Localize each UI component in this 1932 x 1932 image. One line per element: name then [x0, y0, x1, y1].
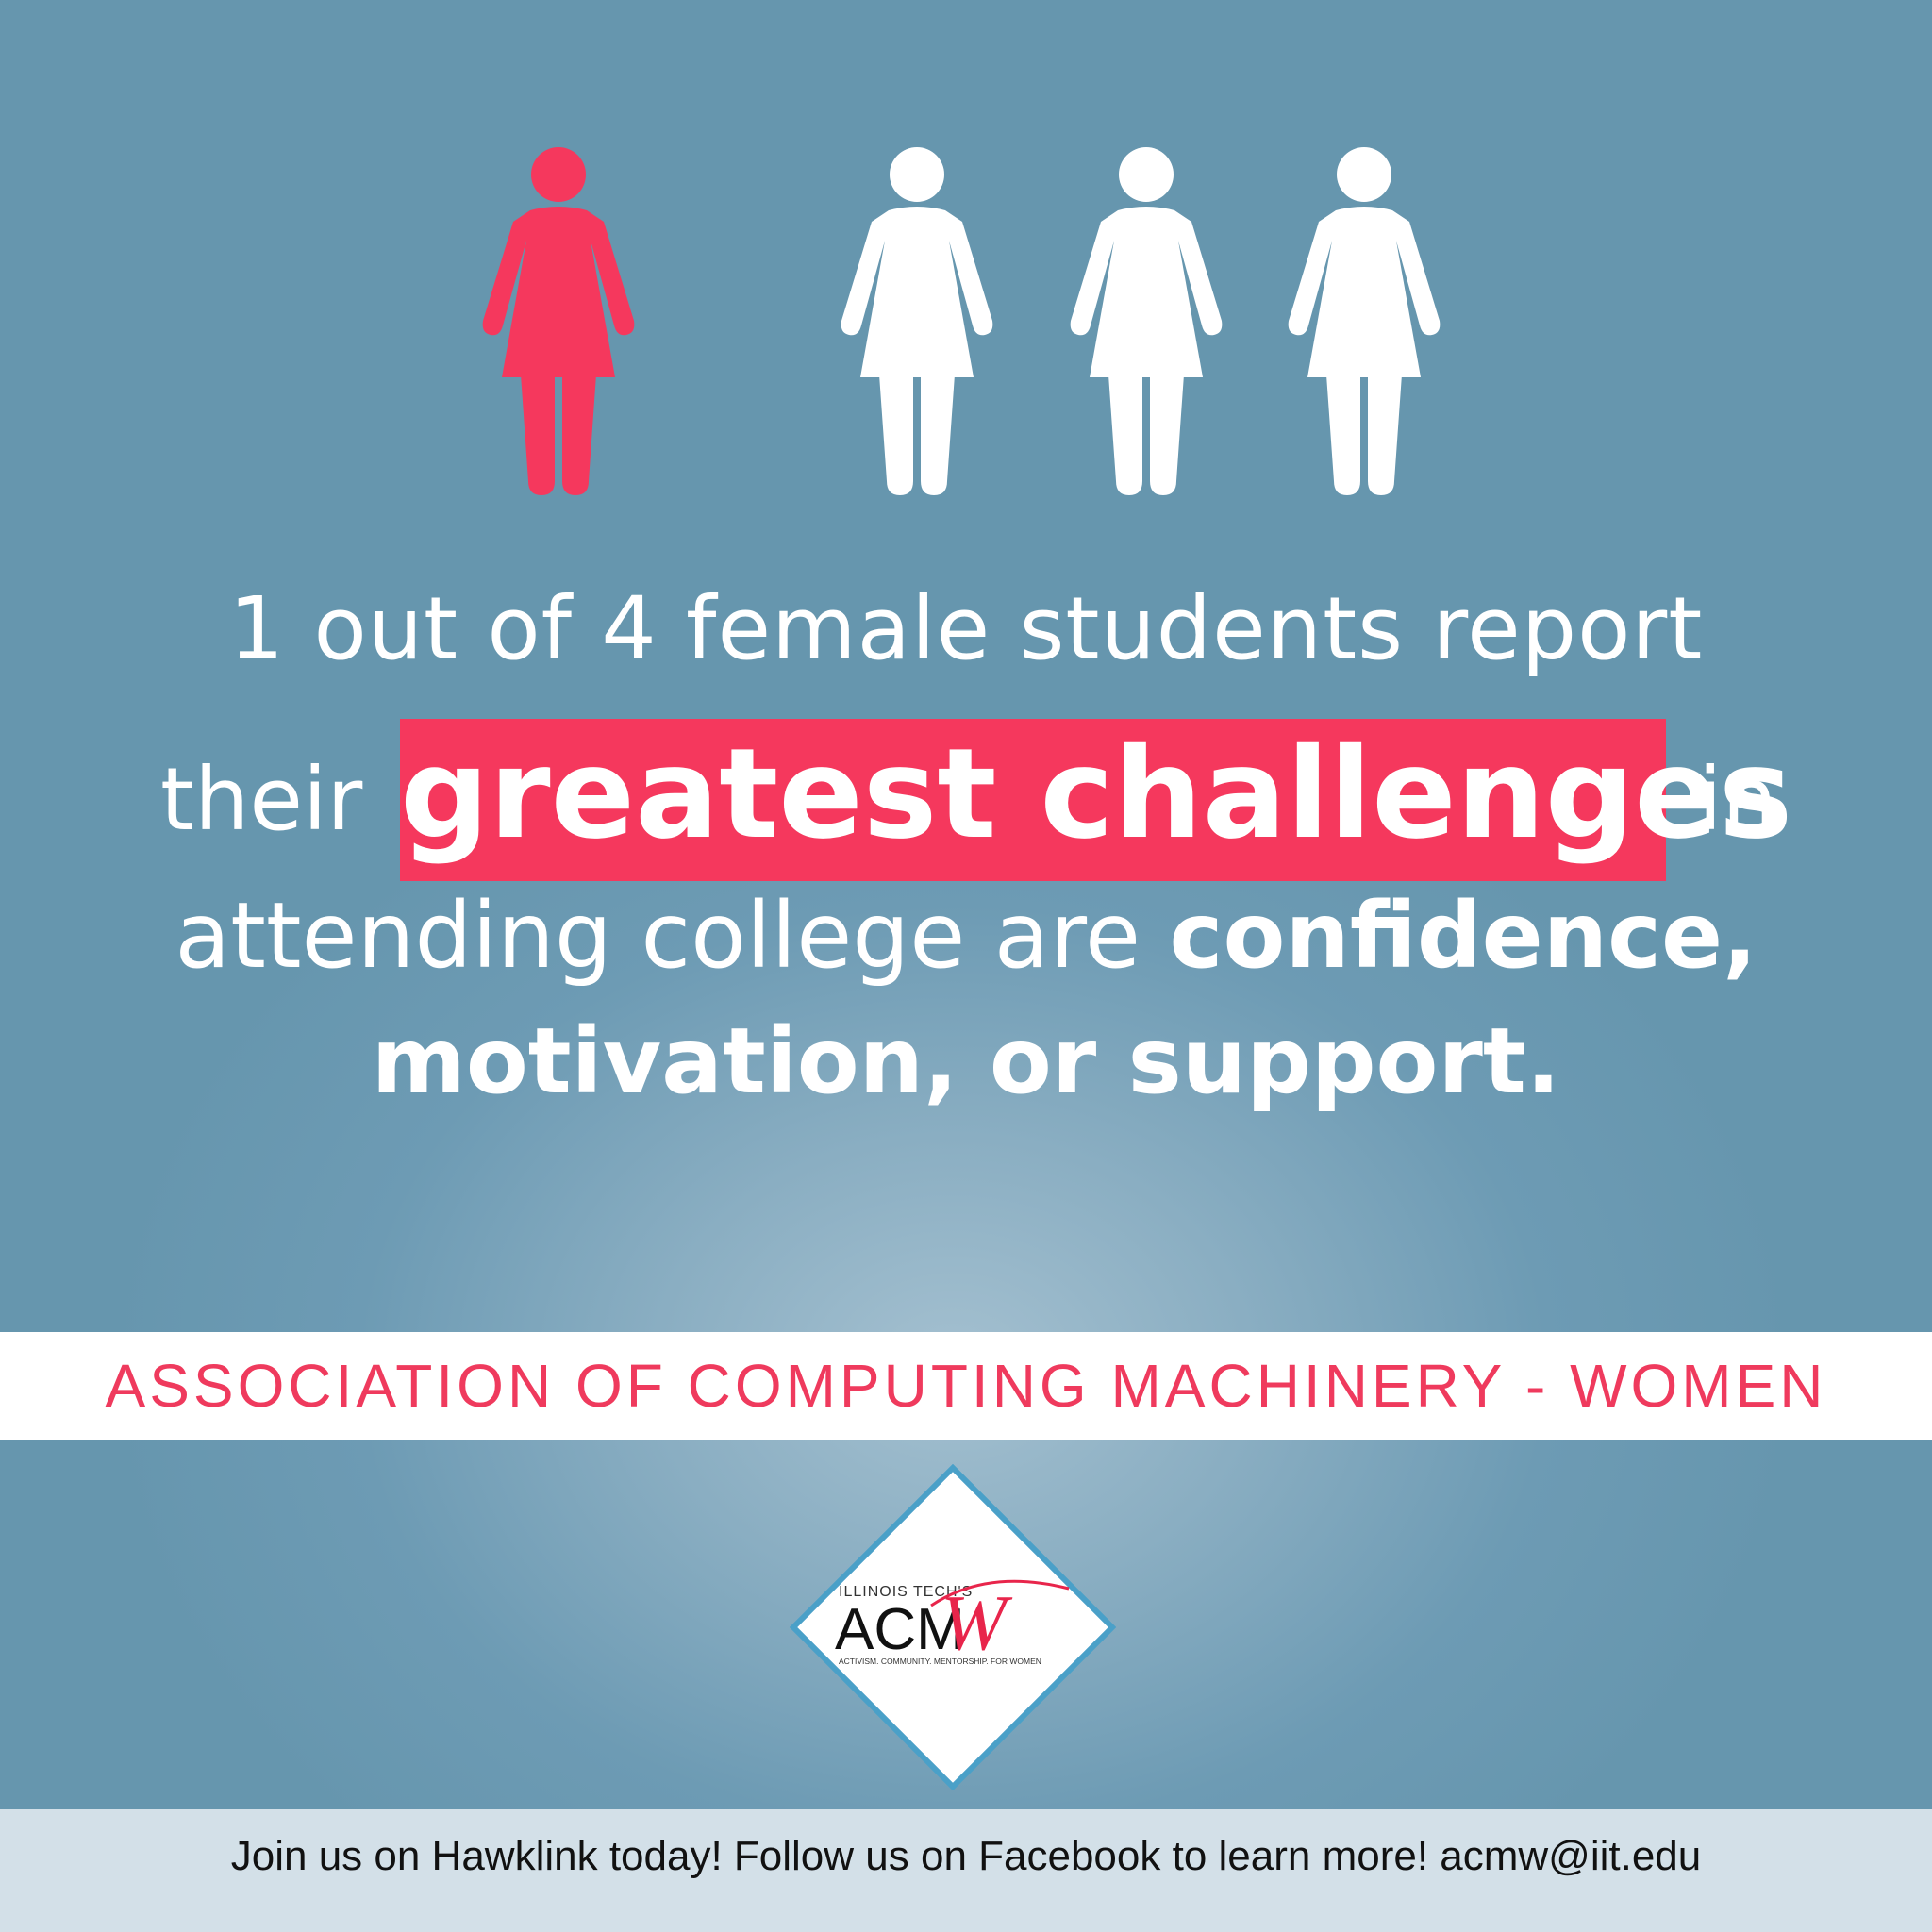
headline-word-their: their: [160, 749, 363, 850]
headline-line-4: motivation, or support.: [371, 1008, 1561, 1114]
footer-bar: Join us on Hawklink today! Follow us on …: [0, 1809, 1932, 1932]
acmw-logo: ILLINOIS TECH'S ACM W ACTIVISM. COMMUNIT…: [790, 1464, 1116, 1790]
headline-line-1: 1 out of 4 female students report: [228, 578, 1704, 679]
headline-word-in: in: [1698, 749, 1777, 850]
woman-figure-icon: [832, 146, 1002, 495]
highlighted-phrase: greatest challenges: [400, 719, 1792, 881]
logo-tagline: ACTIVISM. COMMUNITY. MENTORSHIP. FOR WOM…: [839, 1657, 1041, 1666]
organization-name: ASSOCIATION OF COMPUTING MACHINERY - WOM…: [105, 1352, 1827, 1420]
organization-band: ASSOCIATION OF COMPUTING MACHINERY - WOM…: [0, 1332, 1932, 1440]
headline-line-3-plain: attending college are: [175, 883, 1141, 989]
infographic-canvas: 1 out of 4 female students report their …: [0, 0, 1932, 1932]
headline-line-2: their greatest challenges in: [0, 719, 1932, 881]
footer-call-to-action: Join us on Hawklink today! Follow us on …: [230, 1833, 1702, 1879]
woman-figure-icon: [1061, 146, 1231, 495]
woman-figure-icon-highlighted: [474, 146, 643, 495]
figure-row: [0, 0, 1932, 528]
headline-line-3-bold: confidence,: [1169, 883, 1757, 989]
logo-script-letter: W: [941, 1579, 1013, 1667]
headline-line-3: attending college are confidence,: [0, 879, 1932, 992]
woman-figure-icon: [1279, 146, 1449, 495]
